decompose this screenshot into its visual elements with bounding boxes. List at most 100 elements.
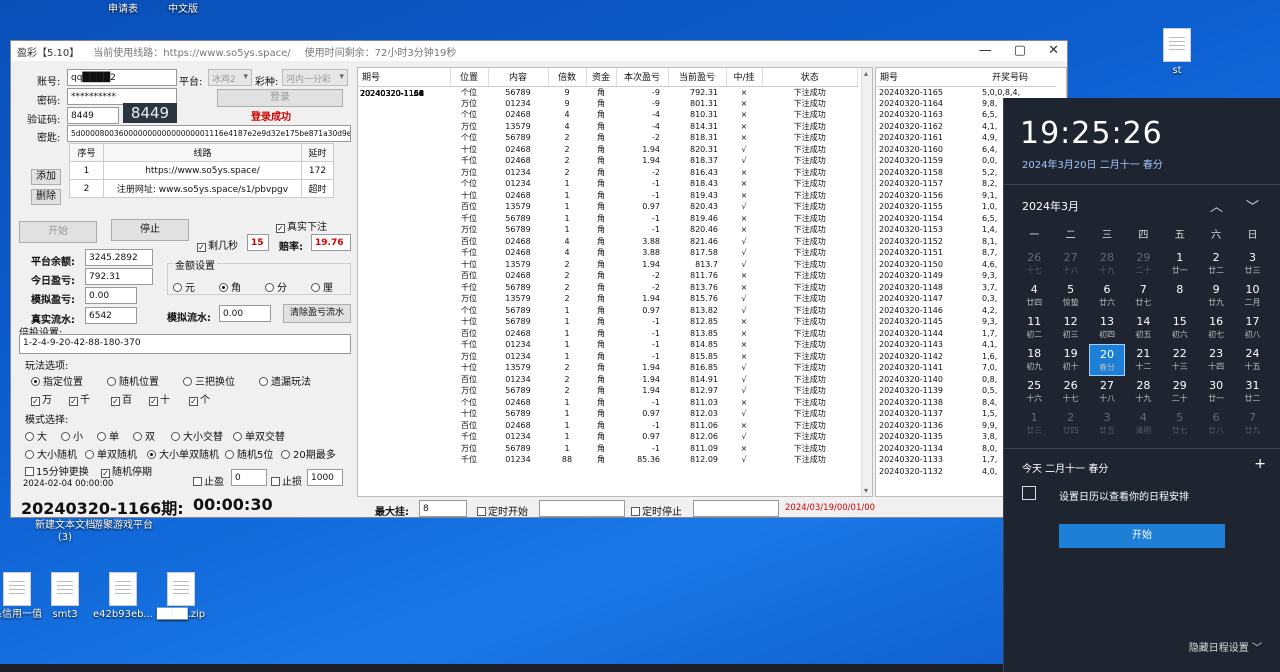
bet-row[interactable]: 20240320-1154 十位 56789 1 角 -1 812.85 × 下注成功 [358,89,858,328]
timed-stop-checkbox[interactable]: 定时停止 [631,503,682,518]
calendar-day[interactable]: 24 十五 [1234,344,1270,376]
position-wan-checkbox[interactable]: ✓ 万 [31,391,52,406]
position-bai-checkbox[interactable]: ✓ 百 [111,391,132,406]
bet-row[interactable]: 20240320-1151 万位 56789 2 角 1.94 812.97 √ 下注成功 [358,89,858,397]
amount-li-radio[interactable]: 厘 [311,279,333,294]
bet-row[interactable]: 20240320-1151 百位 01234 2 角 1.94 814.91 √ 下注成功 [358,89,858,386]
timed-stop-input[interactable] [693,500,779,517]
desktop-app-youju[interactable]: 游聚游戏平台 [88,520,158,532]
calendar-day[interactable]: 29 二十 [1162,376,1198,408]
taskbar[interactable] [0,664,1003,672]
mode-dan-radio[interactable]: 单 [97,428,119,443]
bet-row[interactable]: 20240320-1158 千位 02468 4 角 3.88 817.58 √ 下注成功 [358,89,858,259]
draw-row[interactable]: 20240320-1165 5,0,0,8,4, [876,86,1056,98]
calendar-day[interactable]: 7 廿九 [1234,408,1270,440]
mode-shuang-radio[interactable]: 双 [133,428,155,443]
mode-danshuang-alt-radio[interactable]: 单双交替 [233,428,285,443]
stop-loss-input[interactable]: 1000 [307,469,343,486]
bet-row[interactable]: 20240320-1149 千位 01234 88 角 85.36 812.09 √ 下注成功 [358,89,858,466]
minimize-icon[interactable]: — [979,43,992,58]
key-input[interactable]: 5d000080036000000000000000001116e4187e2e… [67,125,351,142]
bet-row[interactable]: 20240320-1160 万位 01234 2 角 -2 816.43 × 下注成功 [358,89,858,179]
bet-row[interactable]: 20240320-1159 个位 01234 1 角 -1 818.43 × 下注成功 [358,89,858,190]
line-row[interactable]: 1 https://www.so5ys.space/ 172 [69,161,334,180]
calendar-day[interactable]: 1 廿三 [1016,408,1052,440]
timed-start-checkbox[interactable]: 定时开始 [477,503,528,518]
mode-dxds-rand-radio[interactable]: 大小单双随机 [147,446,219,461]
calendar-day[interactable]: 1 廿一 [1162,248,1198,280]
calendar-day[interactable]: 6 廿六 [1089,280,1125,312]
play-random-radio[interactable]: 随机位置 [107,373,159,388]
amount-jiao-radio[interactable]: 角 [219,279,241,294]
calendar-day[interactable]: 23 十四 [1198,344,1234,376]
calendar-day[interactable]: 25 十六 [1016,376,1052,408]
calendar-day[interactable]: 8 [1162,280,1198,312]
stop-win-checkbox[interactable]: 止盈 [193,473,224,488]
bet-row[interactable]: 20240320-1159 十位 02468 1 角 -1 819.43 × 下注成功 [358,89,858,202]
calendar-day[interactable]: 2 廿二 [1198,248,1234,280]
account-input[interactable]: qq████2 [67,69,177,86]
position-qian-checkbox[interactable]: ✓ 千 [69,391,90,406]
bet-grid-scrollbar[interactable] [861,68,872,496]
desktop-file-st[interactable]: st [1142,28,1212,77]
seconds-input[interactable]: 15 [247,234,269,251]
win-rate-input[interactable]: 19.76 [311,234,351,251]
bet-row[interactable]: 20240320-1156 百位 02468 2 角 -2 811.76 × 下注成功 [358,89,858,282]
bet-row[interactable]: 20240320-1151 十位 13579 2 角 1.94 816.85 √ 下注成功 [358,89,858,374]
calendar-day[interactable]: 4 廿四 [1016,280,1052,312]
calendar-day[interactable]: 12 初三 [1052,312,1088,344]
calendar-start-button[interactable]: 开始 [1059,524,1225,548]
bet-row[interactable]: 20240320-1150 个位 02468 1 角 -1 811.03 × 下注成功 [358,89,858,409]
switch15-checkbox[interactable]: 15分钟更换 [25,463,89,478]
calendar-day[interactable]: 22 十三 [1162,344,1198,376]
maximize-icon[interactable]: ▢ [1014,43,1026,58]
bet-row[interactable]: 20240320-1160 千位 02468 2 角 1.94 818.37 √ 下注成功 [358,89,858,167]
play-fixed-radio[interactable]: 指定位置 [31,373,83,388]
mode-rand5-radio[interactable]: 随机5位 [225,446,273,461]
calendar-day[interactable]: 17 初八 [1234,312,1270,344]
login-button[interactable]: 登录 [217,89,343,107]
mode-danshuang-rand-radio[interactable]: 单双随机 [85,446,137,461]
calendar-day[interactable]: 28 十九 [1089,248,1125,280]
mode-xiao-radio[interactable]: 小 [61,428,83,443]
bet-row[interactable]: 20240320-1150 百位 02468 1 角 -1 811.06 × 下注成功 [358,89,858,432]
multiplier-input[interactable]: 1-2-4-9-20-42-88-180-370 [19,334,351,354]
position-ge-checkbox[interactable]: ✓ 个 [189,391,210,406]
calendar-day[interactable]: 2 廿四 [1052,408,1088,440]
bet-row[interactable]: 20240320-1159 万位 56789 1 角 -1 820.46 × 下注成功 [358,89,858,236]
bet-row[interactable]: 20240320-1150 万位 56789 1 角 -1 811.09 × 下注成功 [358,89,858,455]
real-flow-input[interactable]: 6542 [85,307,137,324]
play-missing-radio[interactable]: 遗漏玩法 [259,373,311,388]
bet-row[interactable]: 20240320-1150 千位 01234 1 角 0.97 812.06 √ 下注成功 [358,89,858,443]
seconds-checkbox[interactable]: ✓ 剩几秒 [197,237,238,252]
calendar-day[interactable]: 11 初二 [1016,312,1052,344]
calendar-day[interactable]: 14 初五 [1125,312,1161,344]
title-bar[interactable]: 盈彩【5.10】 当前使用线路：https://www.so5ys.space/… [11,41,1067,61]
bet-row[interactable]: 20240320-1161 个位 02468 4 角 -4 810.31 × 下注成功 [358,89,858,121]
sim-flow-input[interactable]: 0.00 [219,305,271,322]
stop-loss-checkbox[interactable]: 止损 [271,473,302,488]
calendar-day[interactable]: 29 二十 [1125,248,1161,280]
calendar-day[interactable]: 30 廿一 [1198,376,1234,408]
start-button[interactable]: 开始 [19,221,97,243]
bet-row[interactable]: 20240320-1156 十位 13579 2 角 1.94 813.7 √ 下注成功 [358,89,858,271]
close-icon[interactable]: ✕ [1048,43,1059,58]
line-row[interactable]: 2 注册网址: www.so5ys.space/s1/pbvpgv 超时 [69,179,334,198]
calendar-day[interactable]: 28 十九 [1125,376,1161,408]
platform-select[interactable]: 冰鸡2 [208,69,252,86]
desktop-file-zip[interactable]: ████.zip [146,572,216,621]
calendar-day[interactable]: 10 二月 [1234,280,1270,312]
bet-row[interactable]: 20240320-1154 万位 01234 1 角 -1 815.85 × 下注成功 [358,89,858,363]
calendar-day[interactable]: 9 廿九 [1198,280,1234,312]
random-stop-checkbox[interactable]: ✓ 随机停期 [101,463,152,478]
captcha-image[interactable]: 8449 [123,103,177,123]
calendar-day[interactable]: 26 十七 [1016,248,1052,280]
bet-row[interactable]: 20240320-1154 个位 56789 1 角 0.97 813.82 √ 下注成功 [358,89,858,317]
stop-button[interactable]: 停止 [111,219,189,241]
stop-win-input[interactable]: 0 [231,469,267,486]
bet-row[interactable]: 20240320-1160 个位 56789 2 角 -2 818.31 × 下注成功 [358,89,858,144]
calendar-day[interactable]: 5 廿七 [1162,408,1198,440]
clear-pl-button[interactable]: 清除盈亏流水 [283,304,351,323]
calendar-day[interactable]: 27 十八 [1052,248,1088,280]
bet-row[interactable]: 20240320-1160 十位 02468 2 角 1.94 820.31 √ 下注成功 [358,89,858,156]
